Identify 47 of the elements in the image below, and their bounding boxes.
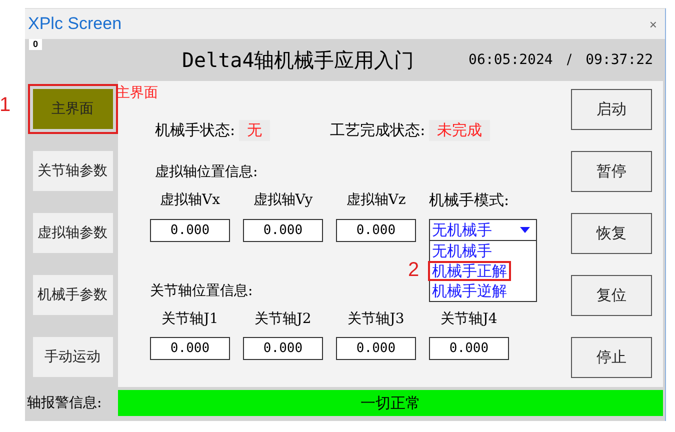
time-text: 09:37:22 [586, 52, 653, 68]
nav-button[interactable]: 机械手参数 [32, 275, 112, 315]
field-label: 虚拟轴Vy [252, 191, 314, 210]
alarm-label: 轴报警信息: [27, 394, 103, 412]
status-value: 无 [239, 120, 270, 141]
control-button[interactable]: 复位 [571, 275, 652, 316]
field-label: 关节轴J3 [346, 310, 406, 328]
alarm-bar: 一切正常 [118, 390, 663, 416]
date-time-separator: / [566, 52, 572, 68]
close-button[interactable]: × [647, 16, 659, 32]
section-heading: 虚拟轴位置信息: [155, 163, 258, 181]
field-label: 关节轴J1 [160, 310, 220, 328]
input-field[interactable]: 0.000 [336, 337, 416, 360]
screen-title: Delta4轴机械手应用入门 [182, 46, 414, 74]
input-field[interactable]: 0.000 [429, 337, 509, 360]
nav-button[interactable]: 关节轴参数 [32, 151, 112, 191]
dropdown-option[interactable]: 机械手逆解 [428, 281, 511, 301]
status-value: 未完成 [429, 120, 490, 141]
control-button[interactable]: 启动 [571, 89, 652, 130]
window-title: XPlc Screen [28, 14, 122, 34]
field-label: 关节轴J4 [440, 310, 498, 328]
control-button[interactable]: 暂停 [571, 151, 652, 192]
nav-button[interactable]: 虚拟轴参数 [32, 213, 112, 253]
field-label: 虚拟轴Vz [345, 191, 407, 210]
section-heading: 关节轴位置信息: [150, 282, 253, 300]
control-button[interactable]: 停止 [571, 337, 652, 378]
mode-dropdown[interactable]: 无机械手 [429, 219, 537, 241]
field-label: 虚拟轴Vx [158, 191, 221, 210]
input-field[interactable]: 0.000 [150, 337, 230, 360]
input-field[interactable]: 0.000 [336, 219, 416, 242]
nav-button[interactable]: 主界面 [32, 89, 112, 129]
status-label: 机械手状态: [155, 121, 236, 140]
input-field[interactable]: 0.000 [243, 219, 323, 242]
mode-label: 机械手模式: [429, 191, 509, 210]
input-field[interactable]: 0.000 [243, 337, 323, 360]
field-label: 关节轴J2 [254, 310, 312, 328]
date-text: 06:05:2024 [468, 52, 553, 68]
counter-badge: 0 [29, 39, 42, 50]
callout-number: 1 [0, 94, 11, 117]
control-button[interactable]: 恢复 [571, 213, 652, 254]
input-field[interactable]: 0.000 [150, 219, 230, 242]
nav-button[interactable]: 手动运动 [32, 337, 112, 377]
page-label: 主界面 [116, 84, 159, 102]
dropdown-option[interactable]: 无机械手 [428, 241, 496, 261]
caret-icon [520, 227, 530, 233]
status-label: 工艺完成状态: [330, 121, 426, 140]
callout-number: 2 [408, 259, 420, 282]
